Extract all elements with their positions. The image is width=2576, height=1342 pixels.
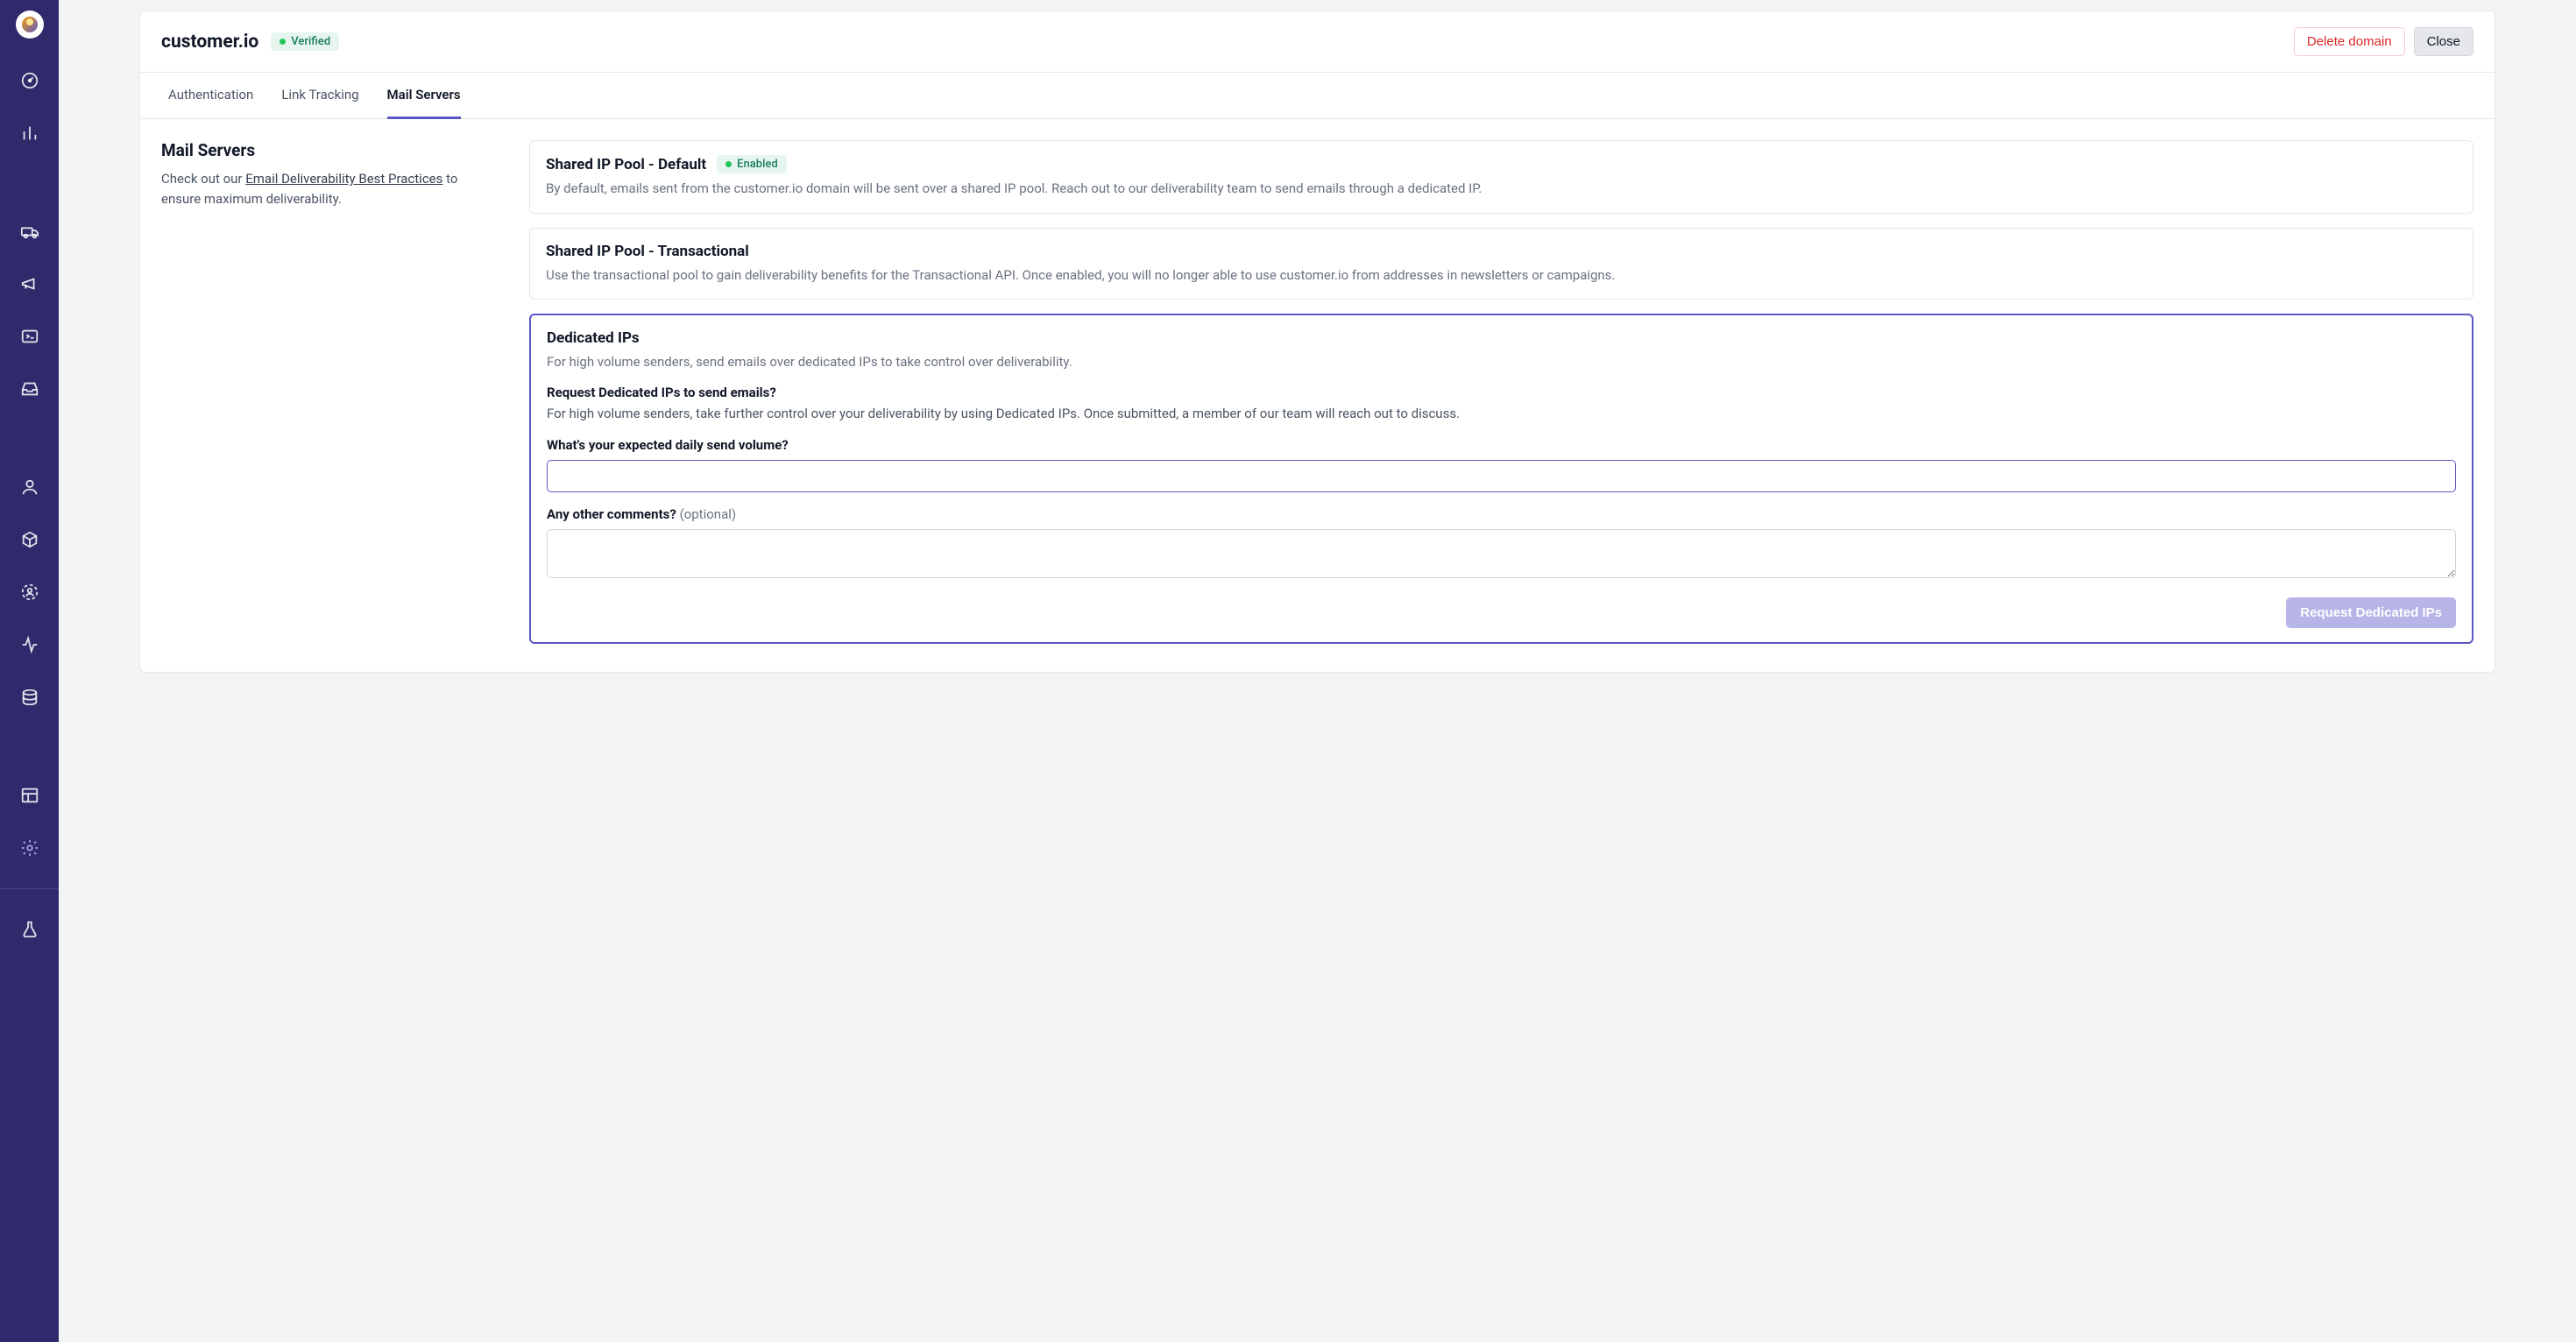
section-description: Check out our Email Deliverability Best …	[161, 169, 494, 208]
card-title: Shared IP Pool - Transactional	[546, 243, 749, 260]
enabled-badge: Enabled	[717, 155, 787, 173]
card-dedicated-ips: Dedicated IPs For high volume senders, s…	[529, 314, 2473, 644]
main-content: customer.io Verified Delete domain Close…	[59, 0, 2576, 1342]
sidebar	[0, 0, 59, 1342]
layout-icon[interactable]	[12, 778, 47, 813]
dashboard-icon[interactable]	[12, 63, 47, 98]
experiment-icon[interactable]	[12, 912, 47, 947]
card-title: Dedicated IPs	[547, 329, 640, 347]
section-title: Mail Servers	[161, 140, 494, 160]
comments-label: Any other comments? (optional)	[547, 506, 2456, 522]
comments-input[interactable]	[547, 529, 2456, 578]
package-icon[interactable]	[12, 522, 47, 557]
delete-domain-button[interactable]: Delete domain	[2294, 27, 2405, 56]
section-intro: Mail Servers Check out our Email Deliver…	[161, 140, 494, 644]
people-icon[interactable]	[12, 470, 47, 505]
terminal-icon[interactable]	[12, 319, 47, 354]
analytics-icon[interactable]	[12, 116, 47, 151]
activity-icon[interactable]	[12, 627, 47, 662]
volume-label: What's your expected daily send volume?	[547, 437, 2456, 453]
delivery-icon[interactable]	[12, 214, 47, 249]
close-button[interactable]: Close	[2414, 27, 2473, 56]
verified-badge: Verified	[271, 32, 339, 51]
status-dot-icon	[725, 161, 732, 167]
segment-icon[interactable]	[12, 575, 47, 610]
card-description: For high volume senders, send emails ove…	[547, 352, 2456, 372]
tabs: Authentication Link Tracking Mail Server…	[140, 72, 2495, 119]
deliverability-link[interactable]: Email Deliverability Best Practices	[245, 171, 442, 187]
card-description: By default, emails sent from the custome…	[546, 179, 2457, 199]
broadcast-icon[interactable]	[12, 266, 47, 301]
logo[interactable]	[16, 11, 44, 39]
tab-link-tracking[interactable]: Link Tracking	[281, 73, 358, 119]
tab-mail-servers[interactable]: Mail Servers	[387, 73, 461, 119]
settings-icon[interactable]	[12, 830, 47, 865]
card-description: Use the transactional pool to gain deliv…	[546, 265, 2457, 286]
form-heading: Request Dedicated IPs to send emails?	[547, 385, 2456, 400]
volume-input[interactable]	[547, 460, 2456, 492]
inbox-icon[interactable]	[12, 371, 47, 406]
tab-authentication[interactable]: Authentication	[168, 73, 253, 119]
database-icon[interactable]	[12, 680, 47, 715]
card-title: Shared IP Pool - Default	[546, 156, 706, 173]
form-sub: For high volume senders, take further co…	[547, 404, 2456, 424]
request-dedicated-ips-button[interactable]: Request Dedicated IPs	[2286, 597, 2456, 628]
domain-name: customer.io	[161, 32, 258, 53]
card-shared-default: Shared IP Pool - Default Enabled By defa…	[529, 140, 2473, 214]
panel-header: customer.io Verified Delete domain Close	[140, 11, 2495, 72]
status-dot-icon	[280, 39, 286, 45]
card-shared-transactional: Shared IP Pool - Transactional Use the t…	[529, 228, 2473, 300]
